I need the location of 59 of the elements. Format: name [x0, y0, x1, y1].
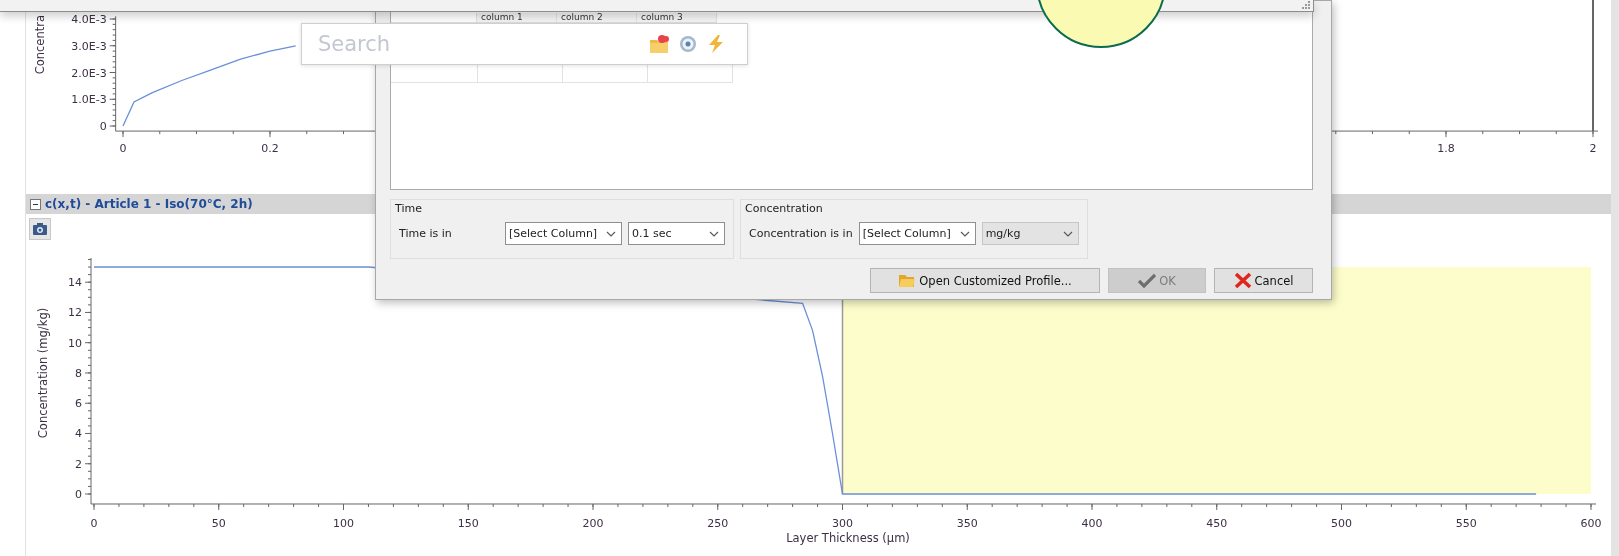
tick-label: 0 [90, 517, 98, 530]
cancel-button[interactable]: Cancel [1214, 268, 1313, 293]
tick-label: 200 [582, 517, 604, 530]
axis-title: Concentra [33, 15, 47, 75]
dropdown[interactable]: 0.1 sec [628, 222, 725, 245]
tick-label: 0 [119, 142, 127, 155]
camera-icon [32, 222, 48, 236]
tick-label: 4 [75, 427, 82, 441]
group-title: Time [395, 202, 423, 215]
chevron-down-icon [1062, 230, 1073, 237]
tick-label: 600 [1580, 517, 1602, 530]
tick-label: 500 [1331, 517, 1352, 530]
tick-label: 400 [1081, 517, 1103, 530]
tick-label: 350 [956, 517, 978, 530]
dropdown[interactable]: [Select Column] [505, 222, 622, 245]
tick-label: 2 [75, 457, 82, 471]
field-label: Time is in [399, 227, 453, 240]
tick-label: 1.8 [1437, 142, 1455, 155]
open-button[interactable]: Open Customized Profile... [870, 268, 1100, 293]
tick-label: 4.0E-3 [71, 13, 107, 26]
tick-label: 300 [832, 517, 853, 530]
tick-label: 250 [707, 517, 729, 530]
search-input[interactable]: Search [318, 32, 639, 56]
resize-grip-icon[interactable] [1301, 0, 1310, 9]
chevron-down-icon [606, 230, 616, 237]
tick-label: 2.0E-3 [71, 66, 107, 80]
axis-title: Concentration (mg/kg) [36, 307, 50, 439]
chevron-down-icon [709, 230, 719, 237]
folder-icon [898, 273, 917, 288]
tick-label: 14 [68, 276, 82, 290]
folder-icon[interactable] [649, 34, 669, 54]
tick-label: 150 [457, 517, 479, 530]
tick-label: 12 [68, 306, 82, 320]
tick-label: 1.0E-3 [71, 93, 107, 107]
cross-icon [1233, 272, 1252, 289]
tick-label: 2 [1589, 142, 1597, 155]
tick-label: 0 [75, 488, 82, 501]
disc-icon[interactable] [679, 35, 697, 53]
tick-label: 100 [333, 517, 354, 530]
tick-label: 0 [99, 120, 107, 133]
tick-label: 3.0E-3 [71, 39, 107, 53]
dropdown[interactable]: [Select Column] [858, 222, 976, 245]
field-label: Concentration is in [749, 227, 853, 240]
tick-label: 550 [1455, 517, 1477, 530]
scrollbar[interactable] [1611, 0, 1619, 556]
tick-label: 0.2 [261, 142, 279, 155]
check-icon [1138, 273, 1157, 288]
camera-button[interactable] [29, 218, 51, 240]
axis-title: Layer Thickness (μm) [786, 531, 910, 545]
collapse-icon[interactable] [30, 198, 41, 210]
search-field[interactable]: Search [301, 23, 748, 65]
tick-label: 10 [68, 336, 82, 350]
tick-label: 450 [1206, 517, 1228, 530]
chevron-down-icon [959, 230, 970, 237]
tick-label: 6 [75, 397, 82, 411]
tick-label: 8 [75, 366, 82, 380]
group-title: Concentration [745, 202, 824, 215]
tick-label: 50 [211, 517, 226, 530]
section-title: c(x,t) - Article 1 - Iso(70°C, 2h) [45, 197, 253, 211]
